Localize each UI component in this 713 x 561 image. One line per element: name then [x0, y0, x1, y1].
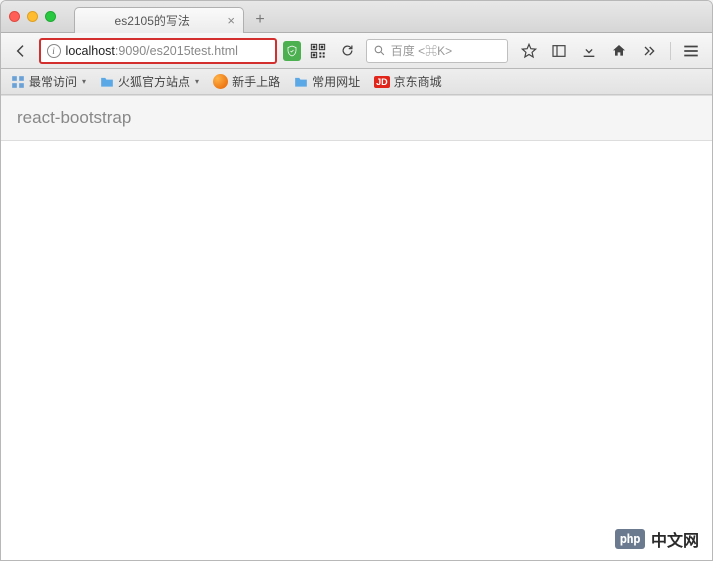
bookmark-label: 京东商城 [394, 73, 442, 90]
firefox-icon [213, 74, 228, 89]
watermark-logo: php [615, 529, 645, 549]
hamburger-menu-button[interactable] [679, 39, 704, 63]
browser-tab[interactable]: es2105的写法 × [74, 7, 244, 33]
chevron-double-right-icon [641, 43, 657, 59]
search-box[interactable] [366, 39, 508, 63]
toolbar-right [516, 39, 662, 63]
close-window-button[interactable] [9, 11, 20, 22]
panel-heading: react-bootstrap [1, 95, 712, 141]
bookmark-jd-mall[interactable]: JD 京东商城 [374, 73, 442, 90]
download-icon [581, 43, 597, 59]
hamburger-icon [682, 42, 700, 60]
sidebar-icon [551, 43, 567, 59]
security-shield-button[interactable] [283, 41, 301, 61]
info-icon[interactable]: i [47, 44, 61, 58]
downloads-button[interactable] [576, 39, 602, 63]
home-icon [611, 43, 627, 59]
bookmark-most-visited[interactable]: 最常访问 ▾ [11, 73, 86, 90]
url-host: localhost [66, 44, 115, 58]
sidebar-button[interactable] [546, 39, 572, 63]
address-bar[interactable]: i localhost:9090/es2015test.html [39, 38, 277, 64]
bookmark-label: 火狐官方站点 [118, 73, 190, 90]
bookmark-label: 常用网址 [312, 73, 360, 90]
bookmark-getting-started[interactable]: 新手上路 [213, 73, 280, 90]
reload-button[interactable] [336, 39, 360, 63]
watermark: php 中文网 [615, 527, 699, 551]
panel-title: react-bootstrap [17, 108, 131, 127]
shield-check-icon [286, 45, 298, 57]
search-input[interactable] [391, 44, 501, 58]
minimize-window-button[interactable] [27, 11, 38, 22]
overflow-button[interactable] [636, 39, 662, 63]
navigation-bar: i localhost:9090/es2015test.html [1, 33, 712, 69]
star-icon [521, 43, 537, 59]
tab-title: es2105的写法 [83, 12, 221, 29]
window-controls [9, 11, 56, 22]
url-path: :9090/es2015test.html [115, 44, 238, 58]
qr-code-icon [310, 43, 326, 59]
watermark-text: 中文网 [651, 527, 699, 551]
maximize-window-button[interactable] [45, 11, 56, 22]
page-content: react-bootstrap [1, 95, 712, 560]
browser-window: es2105的写法 × + i localhost:9090/es2015tes… [0, 0, 713, 561]
bookmark-label: 最常访问 [29, 73, 77, 90]
reload-icon [340, 43, 355, 58]
chevron-down-icon: ▾ [195, 77, 199, 86]
jd-icon: JD [374, 76, 390, 88]
close-tab-icon[interactable]: × [227, 13, 235, 28]
bookmark-label: 新手上路 [232, 73, 280, 90]
folder-icon [294, 75, 308, 89]
qr-code-button[interactable] [307, 39, 331, 63]
url-text: localhost:9090/es2015test.html [66, 44, 238, 58]
back-button[interactable] [9, 39, 33, 63]
grid-icon [11, 75, 25, 89]
tab-bar: es2105的写法 × + [1, 1, 712, 33]
search-icon [373, 44, 386, 57]
folder-icon [100, 75, 114, 89]
bookmark-firefox-official[interactable]: 火狐官方站点 ▾ [100, 73, 199, 90]
new-tab-button[interactable]: + [248, 9, 272, 31]
chevron-down-icon: ▾ [82, 77, 86, 86]
bookmark-star-button[interactable] [516, 39, 542, 63]
home-button[interactable] [606, 39, 632, 63]
bookmark-common-urls[interactable]: 常用网址 [294, 73, 360, 90]
arrow-left-icon [13, 43, 29, 59]
bookmarks-bar: 最常访问 ▾ 火狐官方站点 ▾ 新手上路 常用网址 JD 京东商城 [1, 69, 712, 95]
toolbar-divider [670, 42, 671, 60]
